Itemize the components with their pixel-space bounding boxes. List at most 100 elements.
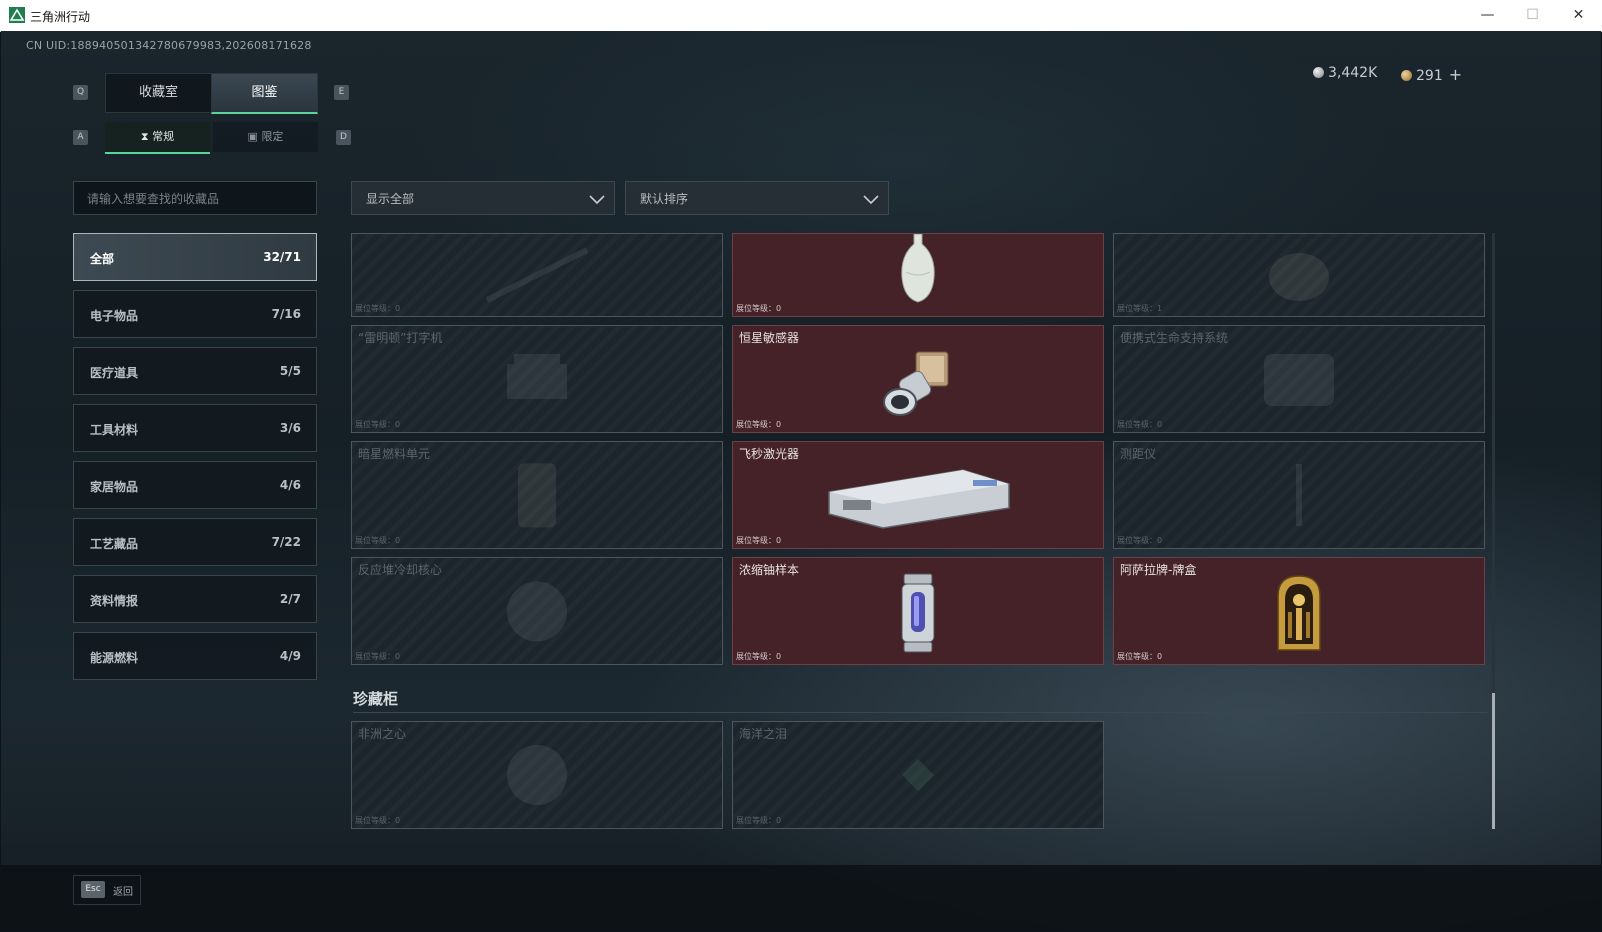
category-label: 能源燃料 [90,651,139,665]
card-level: 1 [1157,304,1163,313]
collection-card[interactable]: 浓缩铀样本 展位等级：0 [732,557,1104,665]
window-titlebar: 三角洲行动 — ☐ ✕ [0,0,1602,32]
card-level: 0 [1157,536,1163,545]
level-prefix: 展位等级： [736,304,776,313]
close-button[interactable]: ✕ [1556,0,1601,31]
vase-icon [901,234,935,303]
subtab-limited[interactable]: ▣ 限定 [213,122,318,152]
collection-card[interactable]: 飞秒激光器 展位等级：0 [732,441,1104,549]
sort-dropdown[interactable]: 默认排序 [625,181,889,215]
card-level: 0 [776,536,782,545]
key-hint-d: D [336,130,351,145]
uranium-canister-icon [901,573,935,653]
category-count: 5/5 [279,364,301,378]
key-hint-e: E [334,85,349,100]
treasure-card[interactable]: 非洲之心 展位等级：0 [351,721,723,829]
category-crafts[interactable]: 工艺藏品 7/22 [73,518,317,566]
minimize-button[interactable]: — [1465,0,1510,31]
gold-amount: 291 [1416,68,1443,84]
category-label: 医疗道具 [90,366,139,380]
rifle-icon [485,247,589,303]
category-count: 7/22 [271,535,301,549]
picture-icon: ▣ [247,130,262,143]
search-input[interactable]: 请输入想要查找的收藏品 [73,181,317,215]
collection-card[interactable]: 测距仪 展位等级：0 [1113,441,1485,549]
game-viewport: CN UID:18894050134278067998З,20260817162… [1,31,1601,931]
hourglass-icon: ⧗ [140,130,153,143]
category-electronics[interactable]: 电子物品 7/16 [73,290,317,338]
card-name: 非洲之心 [358,727,407,741]
collection-card[interactable]: 展位等级：0 [351,233,723,317]
card-level: 0 [395,652,401,661]
level-prefix: 展位等级： [1117,652,1157,661]
level-prefix: 展位等级： [736,536,776,545]
maximize-button[interactable]: ☐ [1510,0,1555,31]
level-prefix: 展位等级： [355,816,395,825]
chevron-down-icon [863,195,879,205]
collection-card[interactable]: 阿萨拉牌-牌盒 展位等级：0 [1113,557,1485,665]
section-divider [353,712,1487,713]
subtab-regular-label: 常规 [152,130,175,143]
level-prefix: 展位等级： [1117,536,1157,545]
life-support-icon [1264,354,1334,406]
add-currency-button[interactable]: + [1449,65,1462,84]
collection-card[interactable]: 反应堆冷却核心 展位等级：0 [351,557,723,665]
card-level: 0 [395,816,401,825]
statue-icon [1269,253,1329,301]
tab-codex[interactable]: 图鉴 [211,73,318,114]
card-level: 0 [776,816,782,825]
category-count: 7/16 [271,307,301,321]
scrollbar-thumb[interactable] [1492,693,1495,829]
subtab-limited-label: 限定 [261,130,284,143]
category-medical[interactable]: 医疗道具 5/5 [73,347,317,395]
category-label: 全部 [90,252,115,266]
collection-card[interactable]: 展位等级：1 [1113,233,1485,317]
card-name: 测距仪 [1120,447,1157,461]
category-label: 家居物品 [90,480,139,494]
category-label: 工艺藏品 [90,537,139,551]
category-household[interactable]: 家居物品 4/6 [73,461,317,509]
filter-dropdown-value: 显示全部 [366,192,415,206]
category-label: 电子物品 [90,309,139,323]
collection-card[interactable]: 展位等级：0 [732,233,1104,317]
category-count: 2/7 [279,592,301,606]
sort-dropdown-value: 默认排序 [640,192,689,206]
card-box-icon [1277,575,1321,651]
collection-card[interactable]: 恒星敏感器 展位等级：0 [732,325,1104,433]
level-prefix: 展位等级： [355,420,395,429]
typewriter-icon [507,354,567,399]
subtab-regular[interactable]: ⧗ 常规 [105,122,210,154]
category-energy[interactable]: 能源燃料 4/9 [73,632,317,680]
card-level: 0 [395,304,401,313]
treasure-card[interactable]: 海洋之泪 展位等级：0 [732,721,1104,829]
category-intel[interactable]: 资料情报 2/7 [73,575,317,623]
gold-currency: 291 + [1401,65,1462,84]
category-tools[interactable]: 工具材料 3/6 [73,404,317,452]
collection-card[interactable]: 暗星燃料单元 展位等级：0 [351,441,723,549]
grid-scrollbar[interactable] [1492,233,1495,829]
player-uid: CN UID:18894050134278067998З,20260817162… [26,39,312,52]
level-prefix: 展位等级： [736,420,776,429]
card-level: 0 [776,420,782,429]
reactor-core-icon [507,581,567,642]
gem-icon [902,759,934,791]
card-level: 0 [395,536,401,545]
card-name: “雷明顿”打字机 [358,331,443,345]
level-prefix: 展位等级： [355,536,395,545]
app-logo-icon [9,7,25,23]
filter-dropdown[interactable]: 显示全部 [351,181,615,215]
level-prefix: 展位等级： [355,304,395,313]
collection-grid: 展位等级：0 展位等级：0 展位等级：1 “雷明顿”打字机 展位等级：0 恒星敏… [351,233,1491,833]
card-name: 浓缩铀样本 [739,563,800,577]
category-all[interactable]: 全部 32/71 [73,233,317,281]
laser-case-icon [828,469,1010,529]
collection-card[interactable]: 便携式生命支持系统 展位等级：0 [1113,325,1485,433]
category-count: 4/9 [279,649,301,663]
section-title-treasure-cabinet: 珍藏柜 [353,690,399,708]
card-name: 海洋之泪 [739,727,788,741]
chevron-down-icon [589,195,605,205]
category-count: 3/6 [279,421,301,435]
tab-collection-room[interactable]: 收藏室 [105,73,212,113]
collection-card[interactable]: “雷明顿”打字机 展位等级：0 [351,325,723,433]
category-label: 资料情报 [90,594,139,608]
